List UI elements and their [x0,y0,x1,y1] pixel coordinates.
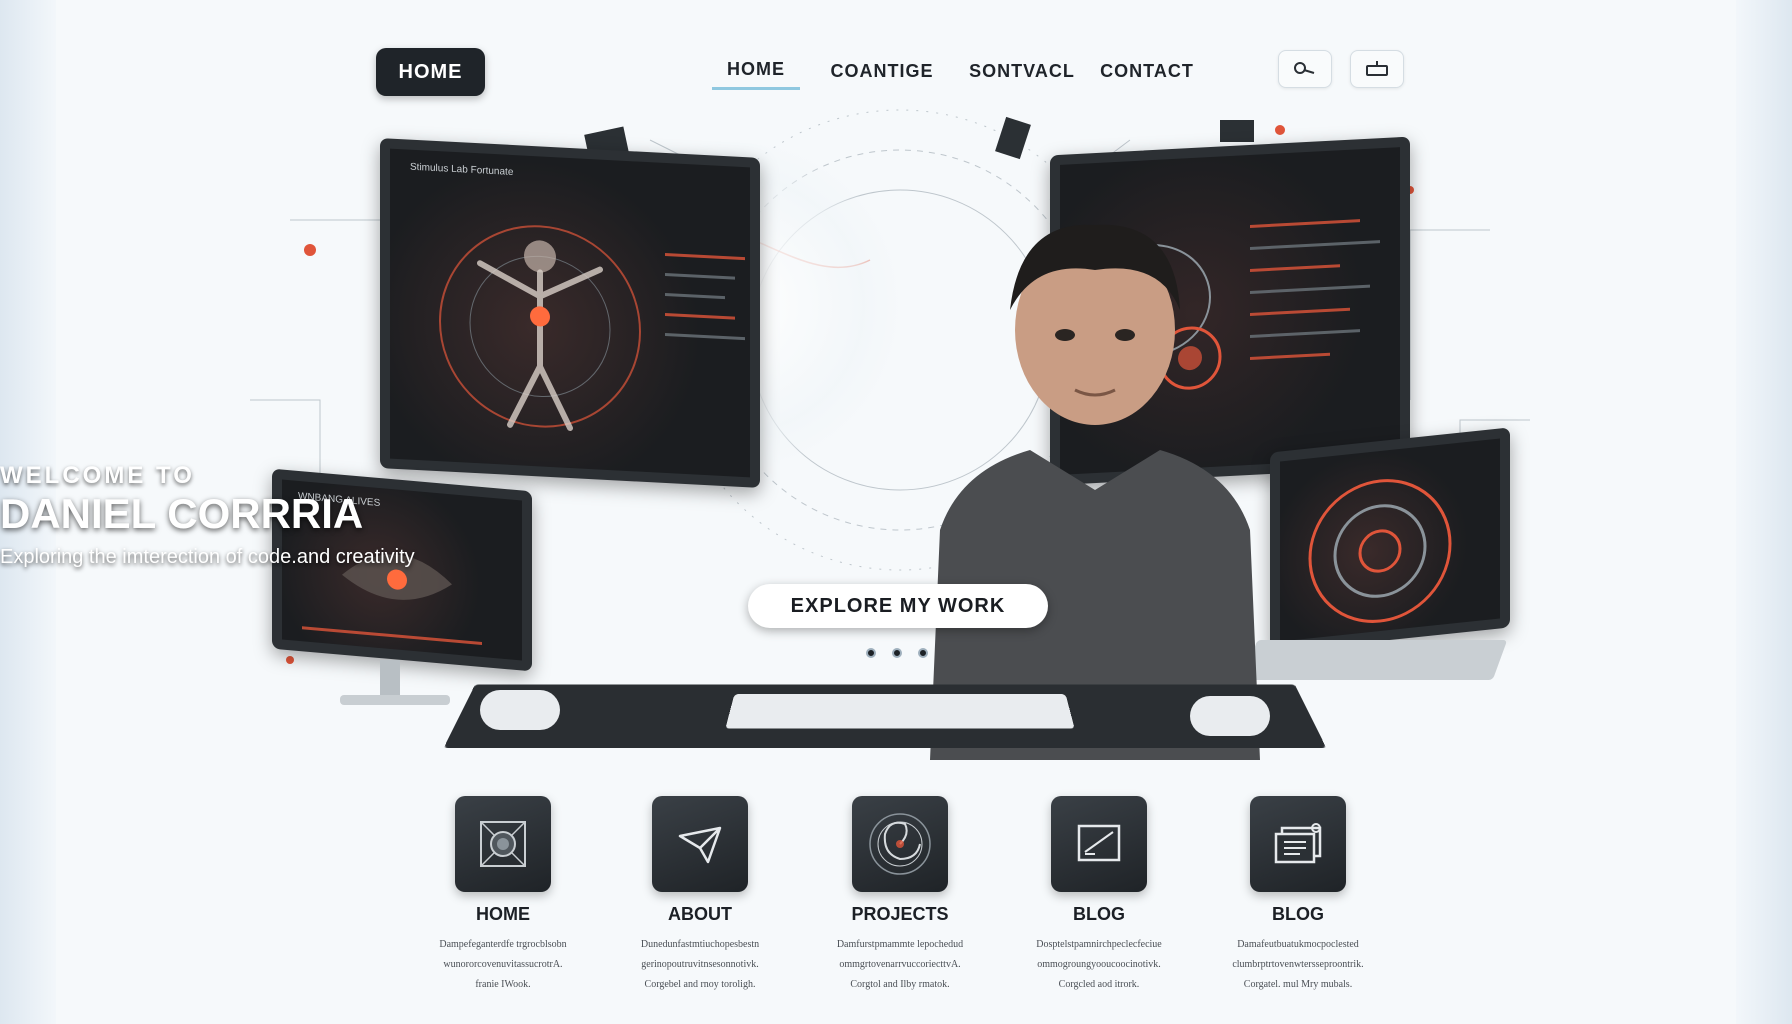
search-button[interactable] [1278,50,1332,88]
explore-my-work-button[interactable]: EXPLORE MY WORK [748,584,1048,628]
search-icon [1294,62,1315,74]
feature-tile[interactable] [1051,796,1147,892]
tray-icon [1366,61,1388,76]
feature-description: Dampefeganterdfe trgrocblsobn wunororcov… [439,939,567,990]
carousel-dots [866,648,928,658]
feature-tile[interactable] [455,796,551,892]
left-mouse [480,690,560,730]
tray-button[interactable] [1350,50,1404,88]
feature-tile[interactable] [852,796,948,892]
carousel-dot-2[interactable] [892,648,902,658]
feature-label: BLOG [1073,904,1125,924]
feature-label: PROJECTS [851,904,949,924]
nav-link-coantige[interactable]: COANTIGE [826,52,938,90]
feature-card-home[interactable]: HOME Dampefeganterdfe trgrocblsobn wunor… [418,796,588,995]
nav-link-home[interactable]: HOME [712,52,800,90]
feature-card-blog-2[interactable]: BLOG Damafeutbuatukmocpoclested clumbrpt… [1213,796,1383,995]
right-mouse [1190,696,1270,736]
hero-welcome: WELCOME TO [0,462,195,489]
logo-home-button[interactable]: HOME [376,48,485,96]
nav-link-contact[interactable]: CONTACT [1100,52,1194,90]
feature-description: Dosptelstpamnirchpeclecfeciue ommogroung… [1036,939,1162,990]
send-icon [678,826,722,864]
feature-card-about[interactable]: ABOUT Dunedunfastmtiuchopesbestn gerinop… [615,796,785,995]
monitor-stand [380,660,400,700]
feature-card-blog[interactable]: BLOG Dosptelstpamnirchpeclecfeciue ommog… [1014,796,1184,995]
hero-name: DANIEL CORRRIA [0,490,364,537]
feature-tile[interactable] [652,796,748,892]
feature-card-projects[interactable]: PROJECTS Damfurstpmammte lepochedud ommg… [815,796,985,995]
monitor-base [340,695,450,705]
feature-description: Dunedunfastmtiuchopesbestn gerinopoutruv… [640,939,760,990]
feature-label: ABOUT [668,904,732,924]
chart-window-icon [1077,824,1121,862]
carousel-dot-3[interactable] [918,648,928,658]
feature-description: Damfurstpmammte lepochedud ommgrtovenarr… [836,939,964,990]
nav-link-sontvacl[interactable]: SONTVACL [966,52,1078,90]
document-icon [1274,823,1322,864]
spiral-icon [869,813,931,875]
feature-label: BLOG [1272,904,1324,924]
feature-label: HOME [476,904,530,924]
hero-tagline: Exploring the imterection of code.and cr… [0,546,415,568]
target-icon [480,821,526,867]
left-monitor: Stimulus Lab Fortunate [380,138,760,488]
feature-tile[interactable] [1250,796,1346,892]
carousel-dot-1[interactable] [866,648,876,658]
keyboard [725,694,1075,729]
anatomy-figure-icon [439,225,641,432]
hero-illustration: Stimulus Lab Fortunate WNBANG ALIVES [230,100,1560,760]
feature-description: Damafeutbuatukmocpoclested clumbrptrtove… [1232,939,1364,990]
